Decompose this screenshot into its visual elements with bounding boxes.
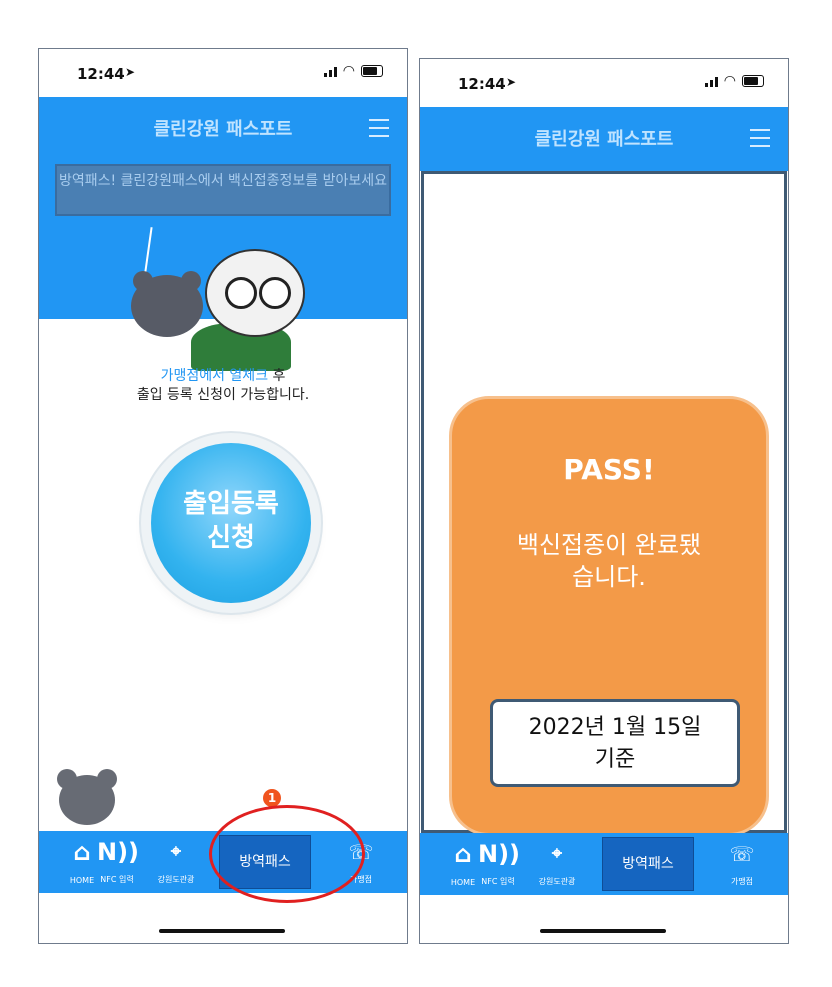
status-bar: 12:44 ➤ ◠: [420, 59, 788, 107]
status-time: 12:44: [77, 65, 125, 83]
check-in-info: 가맹점에서 열체크 후 출입 등록 신청이 가능합니다.: [39, 367, 407, 405]
info-line2: 출입 등록 신청이 가능합니다.: [136, 387, 310, 403]
pass-title: PASS!: [563, 453, 655, 486]
location-pin-icon: ⌖: [551, 843, 563, 864]
location-pin-icon: ⌖: [170, 841, 182, 862]
app-title: 클린강원 패스포트: [153, 119, 293, 140]
home-indicator: [159, 929, 285, 933]
nav-tour[interactable]: ⌖ 강원도관광: [151, 831, 201, 893]
signal-icon: [704, 75, 718, 87]
highlight-circle: [209, 805, 365, 903]
entry-register-button[interactable]: 출입등록 신청: [151, 443, 311, 603]
phone-location-icon: ☏: [729, 842, 755, 866]
nav-store-label: 가맹점: [730, 877, 754, 886]
pass-card: PASS! 백신접종이 완료됐 습니다. 2022년 1월 15일 기준: [449, 396, 769, 836]
info-suffix: 후: [268, 368, 286, 384]
signal-icon: [323, 65, 337, 77]
nav-home[interactable]: ⌂ HOME: [448, 833, 478, 895]
app-header: 클린강원 패스포트: [39, 97, 407, 161]
nav-home-label: HOME: [69, 876, 95, 885]
wifi-icon: ◠: [342, 63, 355, 79]
nav-vaccine-pass[interactable]: 방역패스: [602, 837, 694, 891]
location-arrow-icon: ➤: [125, 65, 136, 79]
app-title: 클린강원 패스포트: [534, 129, 674, 150]
info-highlight: 가맹점에서 열체크: [160, 368, 269, 384]
status-bar: 12:44 ➤ ◠: [39, 49, 407, 97]
menu-icon[interactable]: [750, 129, 770, 153]
nav-tour-label: 강원도관광: [157, 875, 195, 884]
date-line2: 기준: [594, 747, 636, 772]
nav-tour-label: 강원도관광: [538, 877, 576, 886]
phone-screen-pass: 12:44 ➤ ◠ 클린강원 패스포트 PASS! 백신접종이 완료됐 습니다.…: [419, 58, 789, 944]
nav-home-label: HOME: [450, 878, 476, 887]
home-icon: ⌂: [454, 840, 472, 868]
vaccine-notice-banner[interactable]: 방역패스! 클린강원패스에서 백신접종정보를 받아보세요: [55, 164, 391, 216]
nav-nfc-label: NFC 입력: [100, 875, 134, 884]
home-icon: ⌂: [73, 838, 91, 866]
status-time: 12:44: [458, 75, 506, 93]
phone-screen-home: 12:44 ➤ ◠ 클린강원 패스포트 방역패스! 클린강원패스에서 백신접종정…: [38, 48, 408, 944]
location-arrow-icon: ➤: [506, 75, 517, 89]
nav-home[interactable]: ⌂ HOME: [67, 831, 97, 893]
entry-button-line2: 신청: [207, 523, 255, 553]
wifi-icon: ◠: [723, 73, 736, 89]
home-indicator: [540, 929, 666, 933]
date-line1: 2022년 1월 15일: [528, 715, 702, 740]
app-header: 클린강원 패스포트: [420, 107, 788, 171]
pass-message: 백신접종이 완료됐 습니다.: [452, 529, 766, 593]
pass-message-line2: 습니다.: [572, 563, 646, 591]
nav-store[interactable]: ☏ 가맹점: [720, 833, 764, 895]
nav-nfc-label: NFC 입력: [481, 877, 515, 886]
bear-mascot-image: [53, 769, 119, 831]
pass-content: PASS! 백신접종이 완료됐 습니다. 2022년 1월 15일 기준: [421, 171, 787, 836]
pass-message-line1: 백신접종이 완료됐: [516, 531, 702, 559]
menu-icon[interactable]: [369, 119, 389, 143]
entry-button-line1: 출입등록: [183, 489, 279, 519]
battery-icon: [361, 65, 383, 77]
nav-nfc[interactable]: N)) NFC 입력: [97, 831, 140, 893]
bottom-nav: ⌂ HOME N)) NFC 입력 ⌖ 강원도관광 방역패스 ☏ 가맹점: [420, 833, 788, 895]
pass-date-box: 2022년 1월 15일 기준: [490, 699, 740, 787]
nav-tour[interactable]: ⌖ 강원도관광: [532, 833, 582, 895]
nav-nfc[interactable]: N)) NFC 입력: [478, 833, 521, 895]
battery-icon: [742, 75, 764, 87]
mascot-illustration: [131, 227, 321, 377]
nfc-icon: N)): [97, 838, 140, 866]
nfc-icon: N)): [478, 840, 521, 868]
